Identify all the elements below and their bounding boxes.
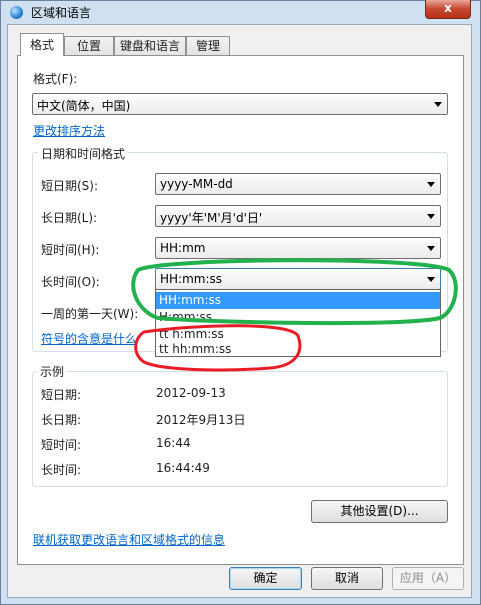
short-date-combobox[interactable]: yyyy-MM-dd [155,173,441,195]
tab-location[interactable]: 位置 [64,36,114,55]
short-time-label: 短时间(H): [41,243,100,257]
example-label: 长时间: [41,463,82,477]
example-label: 短日期: [41,388,82,402]
example-label: 短时间: [41,438,82,452]
first-day-label: 一周的第一天(W): [41,307,139,321]
dropdown-option[interactable]: tt hh:mm:ss [156,341,440,358]
chevron-down-icon [434,102,442,107]
online-info-link[interactable]: 联机获取更改语言和区域格式的信息 [33,531,225,548]
long-date-label: 长日期(L): [41,211,98,225]
globe-icon [10,6,23,19]
format-combobox[interactable]: 中文(简体，中国) [32,93,448,115]
example-value: 16:44:49 [156,461,210,475]
chevron-down-icon [427,182,435,187]
chevron-down-icon [427,214,435,219]
ok-button[interactable]: 确定 [229,567,302,590]
dropdown-option[interactable]: H:mm:ss [156,309,440,326]
tab-formats[interactable]: 格式 [20,33,64,56]
window-title: 区域和语言 [31,6,92,20]
datetime-group-title: 日期和时间格式 [38,145,129,162]
title-bar[interactable]: 区域和语言 [0,0,479,24]
examples-group [32,371,448,487]
chevron-down-icon [427,246,435,251]
example-value: 2012-09-13 [156,386,226,400]
examples-group-title: 示例 [37,363,68,380]
cancel-button[interactable]: 取消 [311,567,383,590]
apply-button[interactable]: 应用（A） [392,567,464,590]
long-time-dropdown-list: HH:mm:ss H:mm:ss tt h:mm:ss tt hh:mm:ss [155,289,441,357]
close-button[interactable]: x [425,0,471,19]
format-label: 格式(F): [33,72,78,86]
example-label: 长日期: [41,413,82,427]
long-time-combobox[interactable]: HH:mm:ss [155,268,441,290]
dropdown-option[interactable]: HH:mm:ss [156,292,440,309]
long-date-combobox[interactable]: yyyy'年'M'月'd'日' [155,205,441,227]
example-value: 2012年9月13日 [156,413,246,427]
change-sort-link[interactable]: 更改排序方法 [33,122,105,139]
long-time-value: HH:mm:ss [160,272,223,286]
other-settings-button[interactable]: 其他设置(D)... [311,500,448,523]
tab-administrative[interactable]: 管理 [186,36,230,55]
long-date-value: yyyy'年'M'月'd'日' [160,211,263,225]
symbols-meaning-link[interactable]: 符号的含意是什么 [41,330,137,347]
short-date-value: yyyy-MM-dd [160,177,233,191]
short-time-combobox[interactable]: HH:mm [155,237,441,259]
chevron-down-icon [427,277,435,282]
short-time-value: HH:mm [160,241,206,255]
long-time-label: 长时间(O): [41,275,100,289]
example-value: 16:44 [156,436,191,450]
tab-keyboards-languages[interactable]: 键盘和语言 [114,36,186,55]
format-value: 中文(简体，中国) [37,99,131,113]
short-date-label: 短日期(S): [41,179,99,193]
